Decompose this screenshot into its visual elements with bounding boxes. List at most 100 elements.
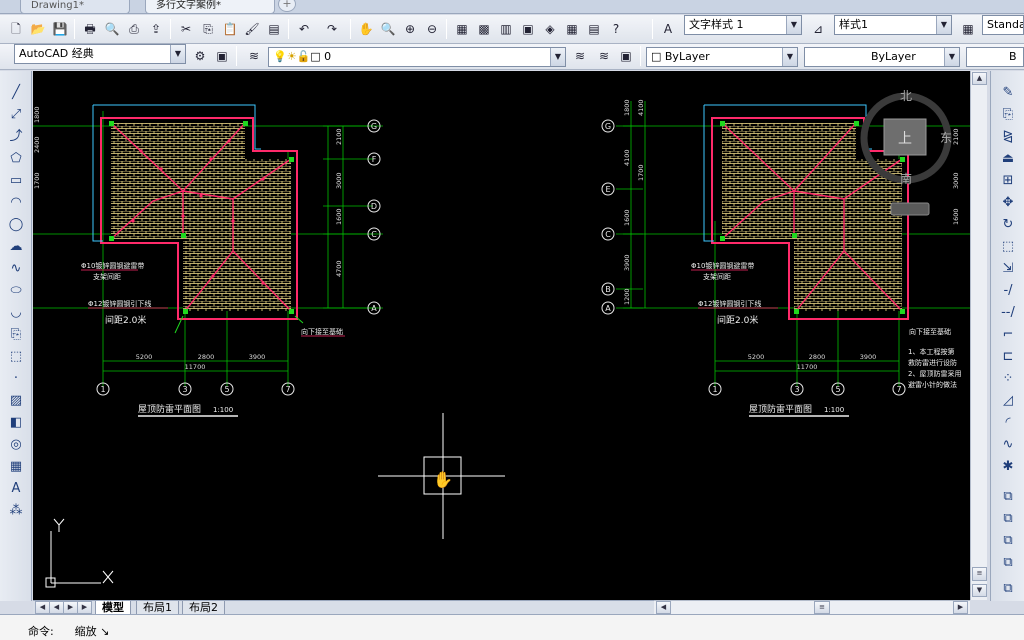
gradient-icon[interactable]: ◧ <box>5 413 27 432</box>
spline-icon[interactable]: ∿ <box>5 259 27 278</box>
draw-order-back-icon[interactable]: ⧉ <box>997 509 1019 528</box>
text-style-icon[interactable]: A <box>658 19 678 39</box>
viewcube-top[interactable]: 上 <box>898 131 912 147</box>
undo-icon[interactable]: ↶ <box>294 19 314 39</box>
zoom-realtime-icon[interactable]: 🔍 <box>378 19 398 39</box>
next-layout-button[interactable]: ▶ <box>63 601 78 614</box>
multiline-text-icon[interactable]: A <box>5 479 27 498</box>
cut-icon[interactable]: ✂ <box>176 19 196 39</box>
viewcube-wcs-menu[interactable] <box>890 202 930 216</box>
join-icon[interactable]: ⁘ <box>997 369 1019 388</box>
paste-icon[interactable]: 📋 <box>220 19 240 39</box>
draw-order-front-icon[interactable]: ⧉ <box>997 487 1019 506</box>
workspace-save-icon[interactable]: ▣ <box>212 46 232 66</box>
offset-icon[interactable]: ⏏ <box>997 149 1019 168</box>
first-layout-button[interactable]: ◀ <box>35 601 50 614</box>
revision-cloud-icon[interactable]: ☁ <box>5 237 27 256</box>
make-block-icon[interactable]: ⬚ <box>5 347 27 366</box>
arc-icon[interactable]: ◠ <box>5 193 27 212</box>
properties-icon[interactable]: ▦ <box>452 19 472 39</box>
plot-icon[interactable]: ⎙ <box>124 19 144 39</box>
tab-model[interactable]: 模型 <box>95 601 131 615</box>
horizontal-scrollbar[interactable]: ◀ ≡ ▶ <box>654 600 970 614</box>
new-tab-button[interactable]: + <box>278 0 296 12</box>
linetype-combo[interactable]: ByLayer ▼ <box>804 47 960 67</box>
tab-layout2[interactable]: 布局2 <box>182 601 225 615</box>
text-to-front-icon[interactable]: ⧉ <box>997 579 1019 598</box>
line-icon[interactable]: ╱ <box>5 83 27 102</box>
sheet-set-icon[interactable]: ▣ <box>518 19 538 39</box>
bring-above-icon[interactable]: ⧉ <box>997 531 1019 550</box>
text-style-combo[interactable]: 文字样式 1 ▼ <box>684 15 802 35</box>
scale-icon[interactable]: ⬚ <box>997 237 1019 256</box>
scroll-left-button[interactable]: ◀ <box>656 601 671 614</box>
stretch-icon[interactable]: ⇲ <box>997 259 1019 278</box>
vertical-scrollbar[interactable]: ▲ ≡ ▼ <box>970 71 987 600</box>
mirror-icon[interactable]: ⧎ <box>997 127 1019 146</box>
table-icon[interactable]: ▦ <box>5 457 27 476</box>
color-combo[interactable]: □ ByLayer ▼ <box>646 47 798 67</box>
blend-curves-icon[interactable]: ∿ <box>997 435 1019 454</box>
polygon-icon[interactable]: ⬠ <box>5 149 27 168</box>
move-icon[interactable]: ✥ <box>997 193 1019 212</box>
scroll-down-button[interactable]: ▼ <box>972 584 987 597</box>
table-style-icon[interactable]: ▦ <box>958 19 978 39</box>
dimension-style-combo[interactable]: 样式1 ▼ <box>834 15 952 35</box>
scroll-right-button[interactable]: ▶ <box>953 601 968 614</box>
open-file-icon[interactable]: 📂 <box>28 19 48 39</box>
workspace-settings-icon[interactable]: ⚙ <box>190 46 210 66</box>
add-selected-icon[interactable]: ⁂ <box>5 501 27 520</box>
explode-icon[interactable]: ✱ <box>997 457 1019 476</box>
print-icon[interactable]: 🖶 <box>80 19 100 39</box>
point-icon[interactable]: · <box>5 369 27 388</box>
quickcalc-icon[interactable]: ▦ <box>562 19 582 39</box>
erase-icon[interactable]: ✎ <box>997 83 1019 102</box>
block-editor-icon[interactable]: ▤ <box>264 19 284 39</box>
ellipse-arc-icon[interactable]: ◡ <box>5 303 27 322</box>
command-line[interactable]: 命令: 缩放 ↘ <box>0 614 1024 640</box>
zoom-window-icon[interactable]: ⊕ <box>400 19 420 39</box>
new-file-icon[interactable]: 🗋 <box>6 19 26 39</box>
match-properties-icon[interactable]: 🖌 <box>242 19 262 39</box>
prev-layout-button[interactable]: ◀ <box>49 601 64 614</box>
circle-icon[interactable]: ◯ <box>5 215 27 234</box>
print-preview-icon[interactable]: 🔍 <box>102 19 122 39</box>
copy-icon[interactable]: ⎘ <box>198 19 218 39</box>
polyline-icon[interactable]: ⤴ <box>5 127 27 146</box>
layer-previous-icon[interactable]: ≋ <box>594 46 614 66</box>
design-center-icon[interactable]: ▩ <box>474 19 494 39</box>
tab-layout1[interactable]: 布局1 <box>136 601 179 615</box>
make-layer-current-icon[interactable]: ≋ <box>570 46 590 66</box>
help-icon[interactable]: ? <box>606 19 626 39</box>
insert-block-icon[interactable]: ⎘ <box>5 325 27 344</box>
drawing-canvas[interactable]: 2100 3000 1600 4700 1800 2400 1700 G F D… <box>33 71 970 600</box>
last-layout-button[interactable]: ▶ <box>77 601 92 614</box>
calculator-icon[interactable]: ▤ <box>584 19 604 39</box>
markup-icon[interactable]: ◈ <box>540 19 560 39</box>
break-icon[interactable]: ⊏ <box>997 347 1019 366</box>
zoom-previous-icon[interactable]: ⊖ <box>422 19 442 39</box>
dim-style-icon[interactable]: ⊿ <box>808 19 828 39</box>
scroll-up-button[interactable]: ▲ <box>972 72 987 85</box>
break-at-point-icon[interactable]: ⌐ <box>997 325 1019 344</box>
chamfer-icon[interactable]: ◿ <box>997 391 1019 410</box>
trim-icon[interactable]: -/ <box>997 281 1019 300</box>
layer-combo[interactable]: 💡☀🔓□ 0 ▼ <box>268 47 566 67</box>
send-under-icon[interactable]: ⧉ <box>997 553 1019 572</box>
workspace-combo[interactable]: AutoCAD 经典 ▼ <box>14 44 186 64</box>
redo-icon[interactable]: ↷ <box>322 19 342 39</box>
scroll-thumb-horizontal[interactable]: ≡ <box>814 601 830 614</box>
copy-object-icon[interactable]: ⎘ <box>997 105 1019 124</box>
document-tab-active[interactable]: 多行文字案例* <box>145 0 275 14</box>
rotate-icon[interactable]: ↻ <box>997 215 1019 234</box>
layer-manager-icon[interactable]: ≋ <box>244 46 264 66</box>
hatch-icon[interactable]: ▨ <box>5 391 27 410</box>
rectangle-icon[interactable]: ▭ <box>5 171 27 190</box>
scroll-thumb-vertical[interactable]: ≡ <box>972 567 987 581</box>
region-icon[interactable]: ◎ <box>5 435 27 454</box>
tool-palettes-icon[interactable]: ▥ <box>496 19 516 39</box>
construction-line-icon[interactable]: ⤢ <box>5 105 27 124</box>
document-tab-drawing1[interactable]: Drawing1* <box>20 0 130 14</box>
extend-icon[interactable]: --/ <box>997 303 1019 322</box>
publish-icon[interactable]: ⇪ <box>146 19 166 39</box>
